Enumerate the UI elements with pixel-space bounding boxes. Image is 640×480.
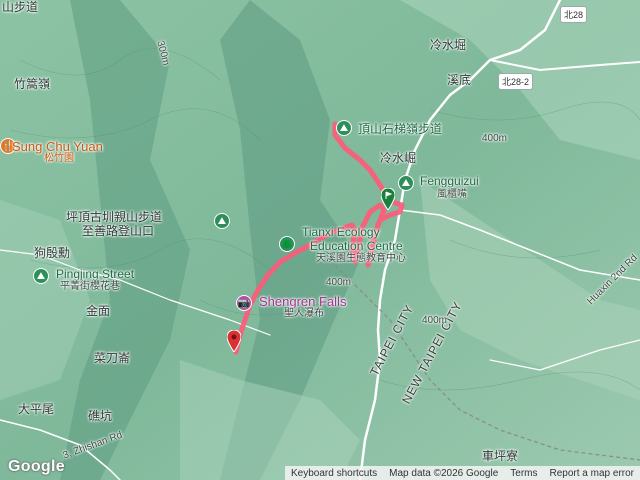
label-tianxi-en-1[interactable]: Tianxi Ecology [302,226,380,238]
label-xidi: 溪底 [447,73,472,87]
label-tishan-trail[interactable]: 頂山石梯嶺步道 [358,123,442,135]
report-map-error-link[interactable]: Report a map error [544,468,640,479]
red-pin-icon [226,329,242,353]
terms-link[interactable]: Terms [504,468,543,479]
camera-icon[interactable]: 📷 [236,295,252,311]
start-marker[interactable] [380,187,396,211]
hiking-trail-icon[interactable]: ⛰ [214,213,230,229]
label-tianxi-zh: 天溪園生態教育中心 [316,253,406,264]
park-icon[interactable]: ⛰ [398,175,414,191]
elevation-label: 400m [482,133,508,144]
label-shengren-zh: 聖人瀑布 [284,308,324,319]
label-pingjing-zh: 平菁街櫻花巷 [60,281,120,292]
label-pingjing-en[interactable]: Pingjing Street [56,268,134,280]
label-goudian: 狗殷勳 [34,246,71,260]
label-pingding-trail-1[interactable]: 坪頂古圳親山步道 [66,211,162,223]
label-sungchuyuan-zh: 松竹園 [44,153,74,164]
label-dapingwei: 大平尾 [18,402,55,416]
label-sungchuyuan-en[interactable]: Sung Chu Yuan [12,140,103,153]
label-bikeng: 礁坑 [88,409,113,423]
label-chepingliao: 車坪寮 [482,449,519,463]
google-logo[interactable]: Google [8,458,65,476]
label-jinmian: 金面 [86,304,111,318]
label-tianxi-en-2[interactable]: Education Centre [310,240,403,252]
elevation-label: 400m [326,277,352,288]
elevation-label: 400m [422,315,448,326]
hiking-trail-icon[interactable]: ⛰ [336,120,352,136]
end-marker[interactable] [226,329,242,353]
road-shield-beishi28: 北28 [560,6,588,23]
label-lengshuikeng: 冷水堀 [430,38,467,52]
label-lengshuiku: 冷水崛 [380,151,417,165]
park-tree-icon[interactable]: 🌲 [279,236,295,252]
map-footer: Keyboard shortcuts Map data ©2026 Google… [284,466,640,480]
label-fengguizui-en[interactable]: Fengguizui [420,175,479,187]
label-pingding-trail-2[interactable]: 至善路登山口 [82,225,154,237]
park-icon[interactable]: ⛰ [33,268,49,284]
green-flag-pin-icon [380,187,396,211]
label-fengguizui-zh: 風櫃嘴 [437,189,467,200]
label-zhuhaoling: 竹篙嶺 [14,77,51,91]
label-shengren-en[interactable]: Shengren Falls [259,295,346,308]
map-data-attribution: Map data ©2026 Google [389,467,499,479]
label-caidaolun: 菜刀崙 [94,351,131,365]
road-shield-beishi28-2: 北28-2 [498,73,534,90]
label-top-left-trail: 山步道 [2,0,39,14]
keyboard-shortcuts-link[interactable]: Keyboard shortcuts [285,468,383,479]
